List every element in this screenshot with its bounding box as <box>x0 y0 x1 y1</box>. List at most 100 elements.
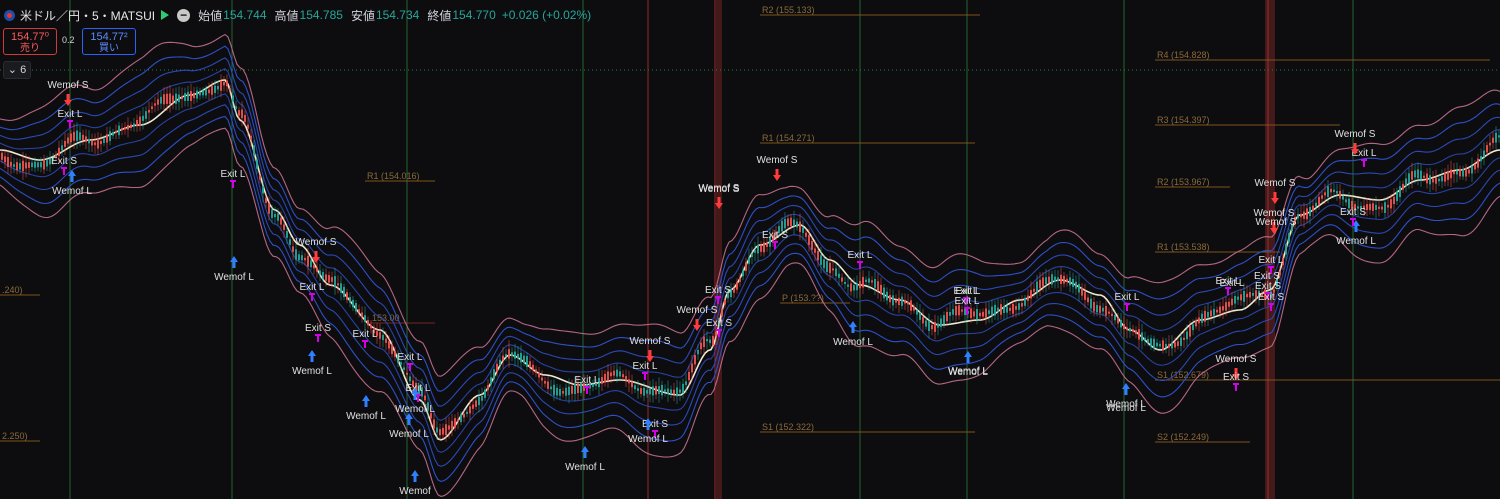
candle-278 <box>835 268 837 277</box>
change-value: +0.026 (+0.02%) <box>501 8 592 22</box>
signal-label-51: Exit L <box>955 286 980 297</box>
candle-474 <box>1423 175 1425 178</box>
signal-label-35: Exit L <box>1114 292 1139 303</box>
candle-378 <box>1135 330 1137 334</box>
candle-128 <box>385 338 387 343</box>
candle-328 <box>985 308 987 319</box>
candle-325 <box>976 308 978 320</box>
candle-471 <box>1414 170 1416 178</box>
candle-413 <box>1240 294 1242 301</box>
pivot-label-11: S2 (152.249) <box>1157 432 1209 442</box>
candle-455 <box>1366 204 1368 211</box>
candle-235 <box>706 338 708 342</box>
candle-385 <box>1156 342 1158 347</box>
exit-marker-stem-49 <box>1270 305 1272 311</box>
signal-label-25: Exit S <box>705 285 731 296</box>
candle-255 <box>766 243 768 247</box>
candle-412 <box>1237 296 1239 300</box>
candle-227 <box>682 383 684 394</box>
candle-432 <box>1297 213 1299 219</box>
candle-254 <box>763 242 765 253</box>
candle-487 <box>1462 169 1464 177</box>
candle-81 <box>244 115 246 122</box>
low-label: 安値 <box>350 8 375 23</box>
sell-button[interactable]: 154.77⁰ 売り <box>3 28 57 55</box>
candle-171 <box>514 351 516 359</box>
candle-490 <box>1471 165 1473 174</box>
candle-112 <box>337 283 339 286</box>
candle-206 <box>619 371 621 377</box>
candle-372 <box>1117 317 1119 324</box>
candle-273 <box>820 255 822 265</box>
candle-371 <box>1114 314 1116 321</box>
candle-355 <box>1066 278 1068 282</box>
exit-marker-icon-1 <box>67 120 73 122</box>
candle-12 <box>37 162 39 168</box>
candle-358 <box>1075 281 1077 289</box>
candle-50 <box>151 106 153 109</box>
candle-168 <box>505 354 507 357</box>
candle-152 <box>457 419 459 422</box>
candle-26 <box>79 132 81 141</box>
candle-318 <box>955 305 957 316</box>
candle-480 <box>1441 176 1443 182</box>
buy-arrow-icon-36 <box>1122 383 1130 395</box>
candle-20 <box>61 145 63 151</box>
candle-476 <box>1429 175 1431 185</box>
candle-228 <box>685 381 687 385</box>
candle-267 <box>802 227 804 233</box>
signal-label-6: Wemof L <box>214 272 254 283</box>
candle-395 <box>1186 331 1188 340</box>
candle-43 <box>130 124 132 129</box>
candle-266 <box>799 221 801 232</box>
candle-100 <box>301 255 303 261</box>
candle-151 <box>454 418 456 428</box>
candle-226 <box>679 389 681 393</box>
candle-68 <box>205 88 207 96</box>
candle-77 <box>232 95 234 102</box>
candle-331 <box>994 304 996 316</box>
exit-marker-icon-28 <box>716 329 722 331</box>
candle-219 <box>658 386 660 394</box>
candle-216 <box>649 388 651 395</box>
exit-marker-stem-10 <box>364 342 366 348</box>
signal-label-39: Exit S <box>1223 372 1249 383</box>
candle-387 <box>1162 340 1164 351</box>
candle-468 <box>1405 178 1407 186</box>
candle-15 <box>46 160 48 167</box>
candle-391 <box>1174 342 1176 348</box>
price-chart[interactable]: R2 (155.133) R1 (154.271) P (153.??) S1 (15… <box>0 0 1500 499</box>
remove-symbol-icon[interactable]: − <box>177 8 191 22</box>
buy-button[interactable]: 154.77² 買い <box>82 28 136 55</box>
signal-label-54: Wemof L <box>948 366 988 377</box>
candle-187 <box>562 391 564 394</box>
candle-495 <box>1486 145 1488 153</box>
candle-317 <box>952 309 954 315</box>
candle-466 <box>1399 186 1401 197</box>
exit-marker-icon-39 <box>1233 383 1239 385</box>
candle-146 <box>439 429 441 436</box>
candle-309 <box>928 320 930 332</box>
signal-label-33: Exit L <box>954 296 979 307</box>
candle-348 <box>1045 277 1047 285</box>
candle-89 <box>268 203 270 214</box>
signal-label-30: Exit L <box>847 250 872 261</box>
candle-363 <box>1090 298 1092 309</box>
candle-405 <box>1216 309 1218 313</box>
candle-155 <box>466 411 468 414</box>
candle-79 <box>238 110 240 116</box>
exit-marker-icon-27 <box>772 241 778 243</box>
candle-475 <box>1426 173 1428 184</box>
signal-label-15: Wemof L <box>565 462 605 473</box>
signal-label-53: Exit S <box>1254 271 1280 282</box>
candle-148 <box>445 424 447 436</box>
candle-287 <box>862 276 864 288</box>
candle-410 <box>1231 298 1233 306</box>
candle-70 <box>211 86 213 95</box>
candle-165 <box>496 363 498 372</box>
sell-arrow-icon-26 <box>773 169 781 181</box>
symbol-title[interactable]: 米ドル／円・5・MATSUI <box>20 7 155 24</box>
indicators-toggle-button[interactable]: ⌄ 6 <box>3 61 31 79</box>
exit-marker-icon-41 <box>1268 266 1274 268</box>
candle-90 <box>271 209 273 218</box>
